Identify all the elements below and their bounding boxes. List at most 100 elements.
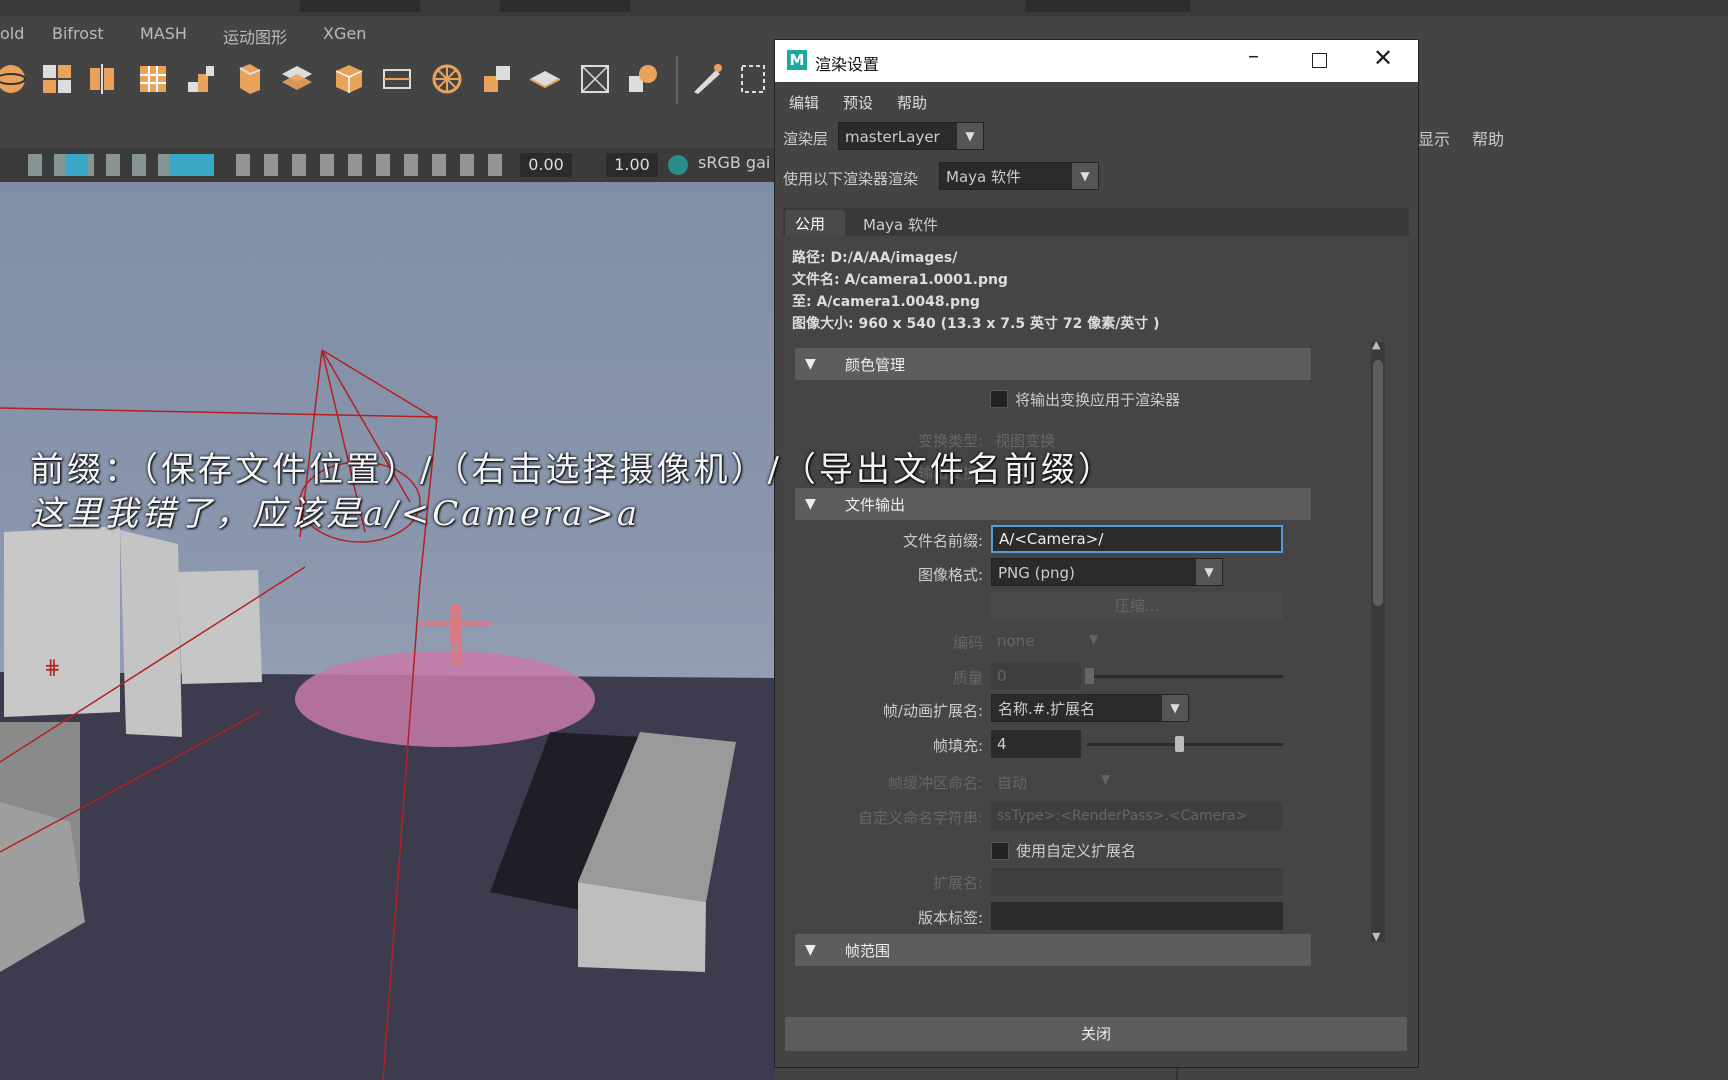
extension-label: 扩展名: <box>932 874 983 892</box>
shelf-tab-mash[interactable]: MASH <box>140 24 187 43</box>
chevron-down-icon: ▼ <box>1072 163 1098 189</box>
renderer-dropdown[interactable]: Maya 软件 ▼ <box>939 162 1099 190</box>
wheel-icon[interactable] <box>430 62 464 96</box>
apply-output-transform-label: 将输出变换应用于渲染器 <box>1015 391 1181 409</box>
menu-help[interactable]: 帮助 <box>1472 126 1504 150</box>
cube-grid-icon[interactable] <box>40 62 74 96</box>
close-icon[interactable]: ✕ <box>1373 44 1393 72</box>
stair-cubes-icon[interactable] <box>184 62 218 96</box>
encoding-label: 编码 <box>952 634 983 652</box>
quality-slider-handle[interactable] <box>1085 668 1094 684</box>
frame-icon[interactable] <box>380 62 414 96</box>
chevron-down-icon: ▼ <box>1196 559 1222 585</box>
info-to: 至: A/camera1.0048.png <box>792 294 980 310</box>
main-menu-strip <box>0 0 1728 16</box>
chevron-down-icon: ▼ <box>957 123 983 149</box>
scroll-down-icon[interactable]: ▼ <box>1372 930 1380 943</box>
image-format-dropdown[interactable]: PNG (png) ▼ <box>991 558 1223 586</box>
custom-naming-label: 自定义命名字符串: <box>857 809 983 827</box>
mesh-grid-icon[interactable] <box>136 62 170 96</box>
bounding-box-icon[interactable] <box>578 62 612 96</box>
version-label-label: 版本标签: <box>917 909 983 927</box>
custom-naming-input[interactable]: ssType>:<RenderPass>.<Camera> <box>991 802 1283 830</box>
box-tall <box>4 526 120 717</box>
quality-label: 质量 <box>952 669 983 687</box>
bevel-icon[interactable] <box>480 62 514 96</box>
minimize-icon[interactable]: – <box>1248 44 1259 69</box>
render-layer-value: masterLayer <box>845 128 940 146</box>
use-custom-extension-label: 使用自定义扩展名 <box>1016 842 1137 860</box>
renderer-label: 使用以下渲染器渲染 <box>783 170 919 188</box>
chevron-down-icon: ▼ <box>1162 695 1188 721</box>
split-cube-icon[interactable] <box>86 62 120 96</box>
frame-buffer-naming-value[interactable]: 自动 <box>997 772 1027 793</box>
collapse-triangle-icon: ▼ <box>805 942 816 958</box>
tutorial-subtitle: 前缀：（保存文件位置）/（右击选择摄像机）/（导出文件名前缀） 这里我错了，应该… <box>30 448 1430 538</box>
gamma-field[interactable]: 1.00 <box>606 153 658 177</box>
display-icons-group[interactable] <box>236 154 506 176</box>
compress-button[interactable]: 压缩... <box>991 592 1283 620</box>
exposure-field[interactable]: 0.00 <box>520 153 572 177</box>
apply-output-transform-checkbox[interactable] <box>990 390 1008 408</box>
shelf-tab-xgen[interactable]: XGen <box>323 24 366 43</box>
extension-input[interactable] <box>991 868 1283 896</box>
image-format-value: PNG (png) <box>998 564 1075 582</box>
use-custom-extension-checkbox[interactable] <box>991 842 1009 860</box>
3d-viewport[interactable]: ⋕ <box>0 182 775 1080</box>
info-path: 路径: D:/A/AA/images/ <box>792 250 958 266</box>
version-label-input[interactable] <box>991 902 1283 930</box>
maximize-icon[interactable] <box>1312 53 1327 68</box>
frame-padding-slider-track[interactable] <box>1087 743 1283 746</box>
frame-ext-dropdown[interactable]: 名称.#.扩展名 ▼ <box>991 694 1189 722</box>
viewport-scene: ⋕ <box>0 349 775 1080</box>
shelf-tab-old[interactable]: old <box>0 24 24 43</box>
color-management-icon[interactable] <box>668 155 688 175</box>
smooth-shade-icon[interactable] <box>66 154 88 176</box>
menu-edit[interactable]: 编辑 <box>789 92 819 113</box>
right-panel <box>1418 120 1728 1080</box>
menu-display[interactable]: 显示 <box>1418 126 1450 150</box>
tab-common[interactable]: 公用 <box>785 210 845 236</box>
chevron-down-icon: ▼ <box>1101 772 1111 786</box>
menu-presets[interactable]: 预设 <box>843 92 873 113</box>
light-locator: ⋕ <box>44 655 61 679</box>
extrude-icon[interactable] <box>232 62 266 96</box>
settings-scroll-area[interactable]: ▼ 颜色管理 将输出变换应用于渲染器 变换类型: 视图变换 输出变换: ▼ 文件… <box>783 342 1403 1042</box>
section-color-management[interactable]: ▼ 颜色管理 <box>795 348 1311 380</box>
encoding-value[interactable]: none <box>997 632 1034 650</box>
lighting-icon[interactable] <box>170 154 214 176</box>
frame-buffer-naming-label: 帧缓冲区命名: <box>887 774 983 792</box>
scroll-up-icon[interactable]: ▲ <box>1372 342 1380 351</box>
info-filename: 文件名: A/camera1.0001.png <box>792 272 1008 288</box>
shelf-separator <box>676 56 678 104</box>
chevron-down-icon: ▼ <box>1089 632 1099 646</box>
pen-tool-icon[interactable] <box>690 62 724 96</box>
section-frame-range[interactable]: ▼ 帧范围 <box>795 934 1311 966</box>
render-layer-label: 渲染层 <box>783 130 829 148</box>
render-layer-dropdown[interactable]: masterLayer ▼ <box>838 122 984 150</box>
close-button[interactable]: 关闭 <box>785 1017 1407 1051</box>
shelf-tab-bifrost[interactable]: Bifrost <box>52 24 104 43</box>
dialog-title: 渲染设置 <box>815 55 880 74</box>
render-settings-dialog: M 渲染设置 – ✕ 编辑 预设 帮助 渲染层 masterLayer ▼ 使用… <box>775 40 1418 1067</box>
menu-help[interactable]: 帮助 <box>897 92 927 113</box>
shelf-tab-motion-graphics[interactable]: 运动图形 <box>223 24 287 48</box>
box-mid <box>178 570 262 684</box>
view-transform-label[interactable]: sRGB gai <box>698 153 770 172</box>
box-icon[interactable] <box>332 62 366 96</box>
dialog-titlebar: M 渲染设置 – ✕ <box>775 40 1418 82</box>
frame-padding-input[interactable]: 4 <box>991 730 1081 758</box>
maya-logo-icon: M <box>787 50 807 70</box>
frame-padding-slider-handle[interactable] <box>1175 736 1184 752</box>
select-box-icon[interactable] <box>738 62 772 96</box>
layers-icon[interactable] <box>280 62 314 96</box>
frame-ext-value: 名称.#.扩展名 <box>998 700 1096 718</box>
plane-icon[interactable] <box>528 62 562 96</box>
frame-padding-label: 帧填充: <box>932 737 983 755</box>
sphere-cube-icon[interactable] <box>626 62 660 96</box>
quality-input[interactable]: 0 <box>991 662 1081 690</box>
tab-maya-software[interactable]: Maya 软件 <box>863 214 938 235</box>
quality-slider-track[interactable] <box>1087 675 1283 678</box>
image-format-label: 图像格式: <box>917 566 983 584</box>
polygon-sphere-icon[interactable] <box>0 62 28 96</box>
